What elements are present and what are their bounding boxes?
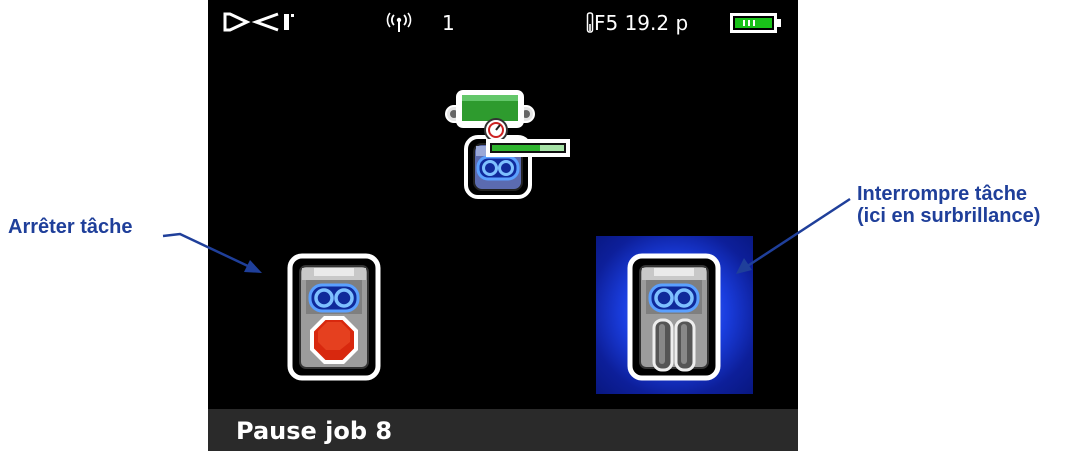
- pause-job-icon[interactable]: [626, 252, 722, 382]
- signal-channel: 1: [442, 11, 455, 35]
- locator-transmitter-pressure-icon: [445, 90, 570, 199]
- device-screen: 1 F5 19.2 p Pause job 8: [208, 0, 798, 451]
- battery-icon: [730, 13, 781, 33]
- thermometer-icon: [586, 12, 594, 33]
- stop-job-icon[interactable]: [286, 252, 382, 382]
- selected-action-label: Pause job 8: [236, 417, 393, 445]
- pause-job-callout-line1: Interrompre tâche: [857, 183, 1028, 205]
- antenna-signal-icon: [386, 12, 412, 32]
- pause-job-callout: Interrompre tâche (ici en surbrillance): [857, 183, 1040, 227]
- pause-job-callout-line2: (ici en surbrillance): [857, 205, 1041, 227]
- bottom-status-bar: Pause job 8: [208, 409, 798, 451]
- dci-logo-icon: [223, 12, 294, 32]
- frequency-readout: F5 19.2 p: [594, 11, 689, 35]
- pause-job-highlight[interactable]: [596, 236, 753, 394]
- status-bar: 1 F5 19.2 p: [208, 0, 798, 44]
- stop-job-callout: Arrêter tâche: [8, 216, 133, 238]
